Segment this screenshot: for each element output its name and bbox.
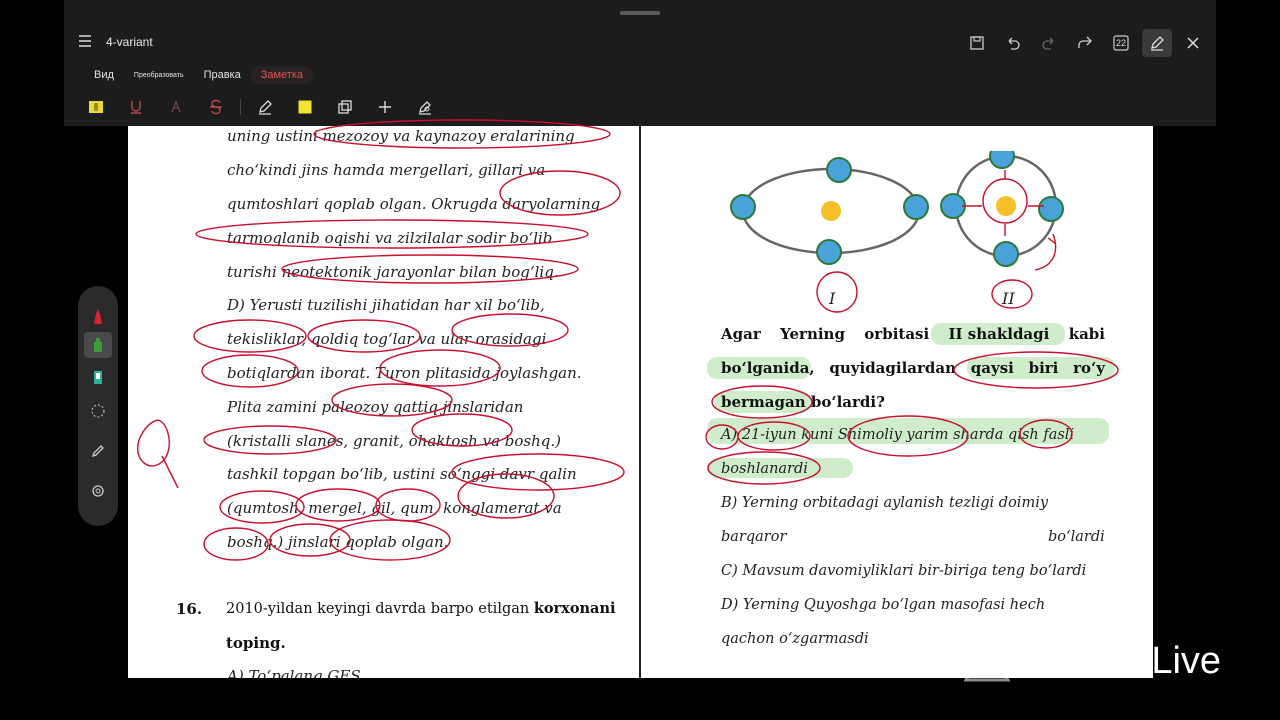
red-pen-icon[interactable]	[84, 304, 112, 330]
menu-tabs: Вид Преобразовать Правка Заметка	[64, 64, 314, 86]
figure-label-1: I	[829, 289, 836, 308]
highlight-text-icon[interactable]	[76, 93, 116, 121]
hamburger-menu-icon[interactable]	[78, 34, 92, 48]
figure-label-2: II	[1002, 289, 1015, 308]
option-b-line-2: barqaror	[721, 529, 787, 545]
annotation-toolbar	[64, 92, 445, 122]
option-a-line-1: A) 21-iyun kuni Shimoliy yarim sharda qi…	[721, 427, 1075, 443]
text-line: tashkil topgan bo‘lib, ustini so‘nggi da…	[227, 465, 577, 483]
text-line: uning ustini mezozoy va kaynazoy eralari…	[227, 127, 575, 145]
question-line-1: Agar Yerning orbitasi II shakldagi kabi	[721, 325, 1105, 343]
shapes-icon[interactable]	[325, 93, 365, 121]
pencil-icon[interactable]	[84, 438, 112, 464]
option-b-line-2-end: bo‘lardi	[1048, 529, 1105, 545]
option-d-line-2: qachon o‘zgarmasdi	[721, 631, 869, 647]
tab-annotate[interactable]: Заметка	[250, 66, 314, 84]
add-icon[interactable]	[365, 93, 405, 121]
drag-handle[interactable]	[620, 11, 660, 15]
text-line: Plita zamini paleozoy qattiq jinslaridan	[227, 398, 524, 416]
question-number: 16.	[176, 600, 203, 618]
squiggly-icon[interactable]	[156, 93, 196, 121]
watermark-live: Live	[1151, 640, 1222, 682]
text-line: (qumtosh, mergel, gil, qum, konglamerat …	[227, 499, 562, 517]
share-icon[interactable]	[1070, 29, 1100, 57]
marker-icon[interactable]	[84, 364, 112, 390]
text-line: tekisliklar, qoldiq tog‘lar va ular oras…	[227, 330, 547, 348]
toolbar-divider	[240, 99, 241, 115]
save-icon[interactable]	[962, 29, 992, 57]
settings-icon[interactable]	[84, 478, 112, 504]
page-count-badge: 22	[1115, 38, 1126, 48]
option-c: C) Mavsum davomiyliklari bir-biriga teng…	[721, 563, 1087, 579]
option-b-line-1: B) Yerning orbitadagi aylanish tezligi d…	[721, 495, 1049, 511]
text-line: tarmoqlanib oqishi va zilzilalar sodir b…	[227, 229, 553, 247]
watermark: PRISM Live	[964, 640, 1221, 683]
redo-icon[interactable]	[1034, 29, 1064, 57]
app-window: 4-variant 22 Вид Преобразовать Правка За…	[64, 0, 1216, 126]
page-right: I II Agar Yerning orbitasi II shakldagi kabi…	[641, 126, 1153, 678]
prism-logo-icon	[964, 641, 1010, 681]
pen-palette	[78, 286, 118, 526]
question-line-2: bo‘lganida, quyidagilardan qaysi biri ro‘y	[721, 359, 1105, 377]
option-a-line-2: boshlanardi	[721, 461, 808, 477]
pen-icon[interactable]	[245, 93, 285, 121]
text-line: qumtoshlari qoplab olgan. Okrugda daryol…	[227, 195, 601, 213]
green-pen-icon[interactable]	[84, 332, 112, 358]
page-left: uning ustini mezozoy va kaynazoy eralari…	[128, 126, 639, 678]
close-icon[interactable]	[1178, 29, 1208, 57]
highlighter-icon[interactable]	[285, 93, 325, 121]
orbit-figure	[730, 151, 1064, 267]
tab-edit[interactable]: Правка	[194, 66, 251, 84]
question-text-cont: toping.	[226, 634, 286, 652]
page-count-icon[interactable]: 22	[1106, 29, 1136, 57]
answer-option-a: A) To‘palang GES	[227, 667, 361, 678]
option-d-line-1: D) Yerning Quyoshga bo‘lgan masofasi hec…	[721, 597, 1046, 613]
document-title: 4-variant	[106, 35, 153, 49]
strikethrough-icon[interactable]	[196, 93, 236, 121]
watermark-brand: PRISM	[1018, 640, 1144, 682]
underline-icon[interactable]	[116, 93, 156, 121]
text-line: D) Yerusti tuzilishi jihatidan har xil b…	[227, 296, 545, 314]
question-text: 2010-yildan keyingi davrda barpo etilgan…	[226, 600, 616, 617]
lasso-icon[interactable]	[84, 398, 112, 424]
signature-icon[interactable]	[405, 93, 445, 121]
text-line: botiqlardan iborat. Turon plitasida joyl…	[227, 364, 582, 382]
text-line: (kristalli slanes, granit, ohaktosh va b…	[227, 432, 561, 450]
tab-convert[interactable]: Преобразовать	[124, 69, 194, 82]
text-line: turishi neotektonik jarayonlar bilan bog…	[227, 263, 559, 281]
text-line: cho‘kindi jins hamda mergellari, gillari…	[227, 161, 546, 179]
question-line-3: bermagan bo‘lardi?	[721, 393, 885, 411]
tab-view[interactable]: Вид	[84, 66, 124, 84]
title-bar: 4-variant 22	[64, 26, 1216, 60]
undo-icon[interactable]	[998, 29, 1028, 57]
edit-pen-icon[interactable]	[1142, 29, 1172, 57]
text-line: boshq.) jinslari qoplab olgan.	[227, 533, 449, 551]
